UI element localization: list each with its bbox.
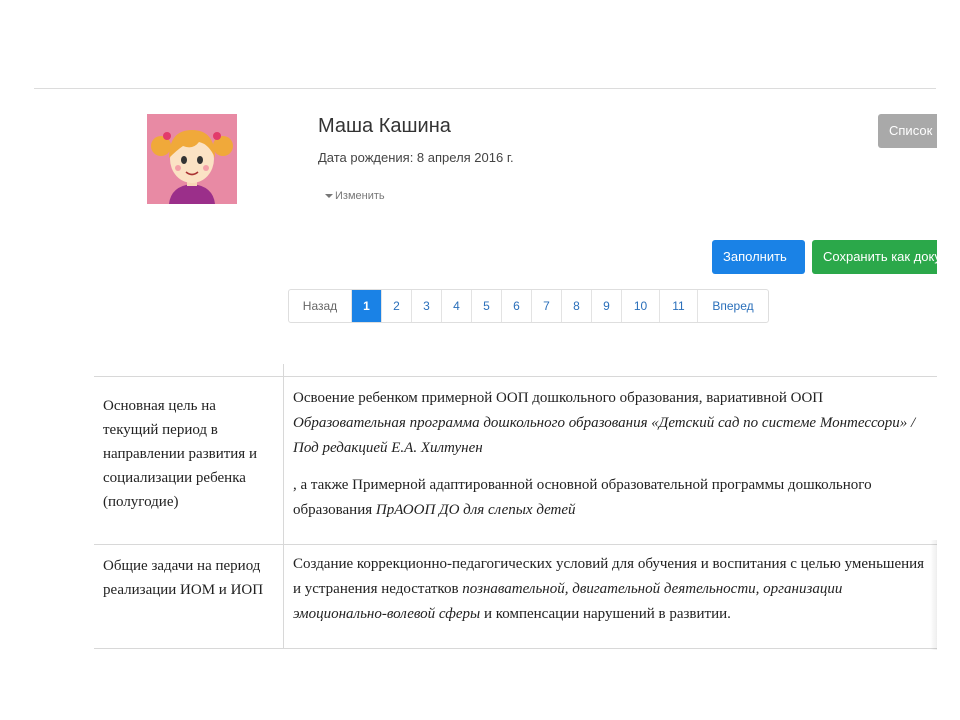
edit-toggle[interactable]: Изменить	[325, 190, 385, 202]
girl-avatar-icon	[147, 114, 237, 204]
fill-button[interactable]: Заполнить	[712, 240, 805, 274]
birth-date: Дата рождения: 8 апреля 2016 г.	[318, 150, 514, 165]
pagination-page-10[interactable]: 10	[622, 290, 660, 322]
pagination-page-8[interactable]: 8	[562, 290, 592, 322]
pagination-page-3[interactable]: 3	[412, 290, 442, 322]
iom-table: Основная цель на текущий период в направ…	[94, 364, 937, 649]
pagination-page-7[interactable]: 7	[532, 290, 562, 322]
pagination: Назад 1 2 3 4 5 6 7 8 9 10 11 Вперед	[288, 289, 769, 323]
pagination-page-1[interactable]: 1	[352, 290, 382, 322]
header-divider	[34, 88, 936, 89]
edit-label: Изменить	[335, 190, 385, 202]
tasks-text-2: и компенсации нарушений в развитии.	[480, 606, 731, 622]
row-divider	[94, 544, 937, 545]
goal-program-line: Освоение ребенком примерной ООП дошкольн…	[293, 390, 824, 406]
row-divider	[94, 376, 937, 377]
column-divider	[283, 364, 284, 648]
pagination-back[interactable]: Назад	[289, 290, 352, 322]
pagination-page-9[interactable]: 9	[592, 290, 622, 322]
goal-adapted-title: ПрАООП ДО для слепых детей	[375, 502, 576, 518]
viewport-edge	[937, 0, 960, 720]
row-divider	[94, 648, 937, 649]
child-name: Маша Кашина	[318, 115, 451, 137]
row-goal-label: Основная цель на текущий период в направ…	[103, 398, 257, 510]
pagination-page-6[interactable]: 6	[502, 290, 532, 322]
pagination-page-2[interactable]: 2	[382, 290, 412, 322]
caret-down-icon	[325, 194, 333, 199]
pagination-page-4[interactable]: 4	[442, 290, 472, 322]
row-tasks-content: Создание коррекционно-педагогических усл…	[293, 552, 933, 627]
pagination-forward[interactable]: Вперед	[698, 290, 768, 322]
goal-program-title: Образовательная программа дошкольного об…	[293, 415, 916, 456]
pagination-page-11[interactable]: 11	[660, 290, 698, 322]
goal-adapted-program: , а также Примерной адаптированной основ…	[293, 473, 933, 523]
row-tasks-label: Общие задачи на период реализации ИОМ и …	[103, 558, 264, 598]
pagination-page-5[interactable]: 5	[472, 290, 502, 322]
row-goal-content: Освоение ребенком примерной ООП дошкольн…	[293, 386, 933, 523]
